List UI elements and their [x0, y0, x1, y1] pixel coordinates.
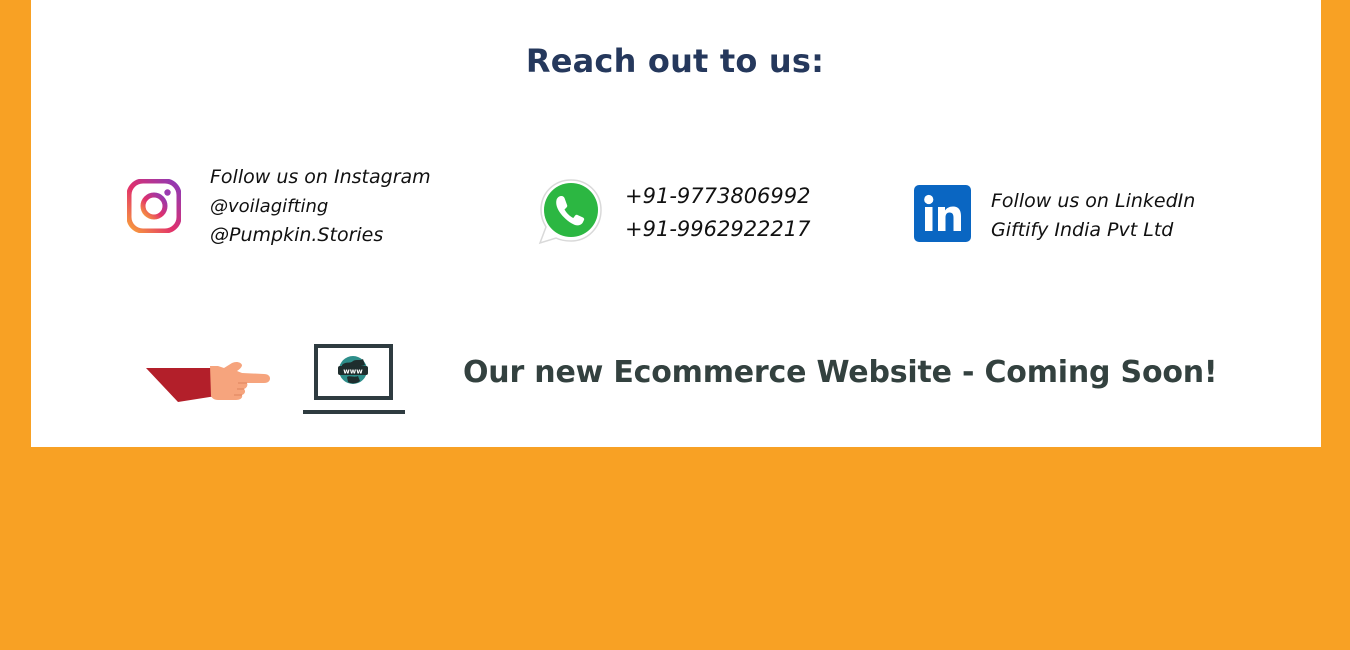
instagram-icon[interactable]: [127, 179, 181, 233]
whatsapp-icon[interactable]: [537, 177, 605, 245]
instagram-handle-voilagifting[interactable]: @voilagifting: [210, 192, 431, 221]
ecommerce-announcement: Our new Ecommerce Website - Coming Soon!: [463, 355, 1218, 390]
laptop-www-icon: www: [303, 344, 405, 414]
page-title: Reach out to us:: [525, 42, 825, 80]
pointing-hand-icon: [146, 361, 270, 402]
linkedin-info: Follow us on LinkedIn Giftify India Pvt …: [991, 187, 1195, 245]
linkedin-icon[interactable]: [914, 185, 971, 242]
laptop-www-label: www: [343, 368, 363, 376]
whatsapp-phone-1[interactable]: +91-9773806992: [625, 180, 811, 213]
linkedin-follow-label: Follow us on LinkedIn: [991, 190, 1196, 212]
linkedin-company-name[interactable]: Giftify India Pvt Ltd: [991, 216, 1195, 245]
instagram-handle-pumpkin-stories[interactable]: @Pumpkin.Stories: [210, 221, 431, 250]
instagram-info: Follow us on Instagram @voilagifting @Pu…: [210, 163, 431, 250]
instagram-follow-label: Follow us on Instagram: [210, 166, 431, 188]
whatsapp-info: +91-9773806992 +91-9962922217: [625, 180, 811, 246]
whatsapp-phone-2[interactable]: +91-9962922217: [625, 213, 811, 246]
